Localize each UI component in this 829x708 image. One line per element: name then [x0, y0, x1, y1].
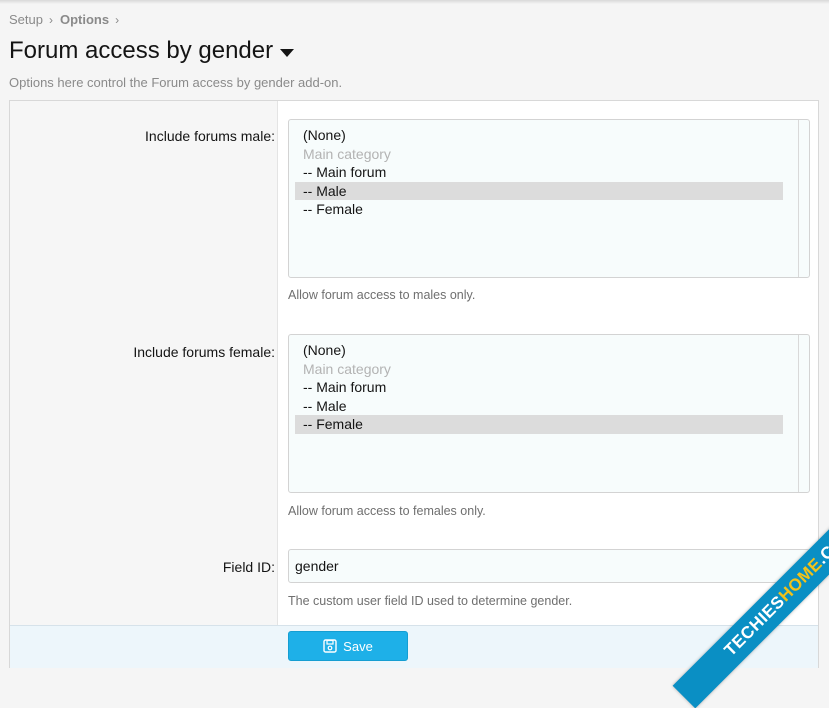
select-option[interactable]: -- Main forum: [295, 163, 783, 182]
select-option[interactable]: -- Female: [295, 415, 783, 434]
select-option[interactable]: (None): [295, 126, 783, 145]
save-button-label: Save: [343, 638, 373, 654]
save-icon: [323, 639, 337, 653]
top-shadow: [0, 0, 829, 4]
select-option: Main category: [303, 145, 391, 162]
select-option[interactable]: -- Female: [295, 200, 783, 219]
scrollbar[interactable]: [798, 120, 809, 277]
select-option[interactable]: (None): [295, 341, 783, 360]
breadcrumb-options[interactable]: Options: [60, 12, 109, 27]
select-option[interactable]: -- Main forum: [295, 378, 783, 397]
page-description: Options here control the Forum access by…: [9, 75, 343, 90]
include-forums-male-hint: Allow forum access to males only.: [288, 288, 476, 302]
field-id-label: Field ID:: [222, 559, 275, 575]
page-title: Forum access by gender: [9, 37, 274, 64]
chevron-right-icon: ›: [115, 12, 120, 27]
caret-down-icon: [280, 48, 295, 57]
include-forums-female-select[interactable]: (None) Main category -- Main forum -- Male -…: [288, 334, 810, 493]
label-column: [10, 101, 278, 625]
select-option: Main category: [303, 360, 391, 377]
scrollbar[interactable]: [798, 335, 809, 492]
save-button[interactable]: Save: [288, 631, 408, 661]
field-id-hint: The custom user field ID used to determi…: [288, 594, 573, 608]
chevron-right-icon: ›: [48, 12, 53, 27]
select-option[interactable]: -- Male: [295, 397, 783, 416]
include-forums-male-select[interactable]: (None) Main category -- Main forum -- Male -…: [288, 119, 810, 278]
select-option[interactable]: -- Male: [295, 181, 783, 200]
options-panel: Include forums male: (None) Main category…: [9, 100, 819, 668]
breadcrumb: Setup › Options ›: [9, 12, 126, 27]
include-forums-male-label: Include forums male:: [145, 128, 275, 144]
include-forums-female-hint: Allow forum access to females only.: [288, 504, 486, 518]
field-id-input[interactable]: gender: [288, 549, 810, 583]
include-forums-female-label: Include forums female:: [133, 344, 275, 360]
page-title-dropdown[interactable]: Forum access by gender: [9, 37, 295, 65]
breadcrumb-setup[interactable]: Setup: [9, 12, 43, 27]
